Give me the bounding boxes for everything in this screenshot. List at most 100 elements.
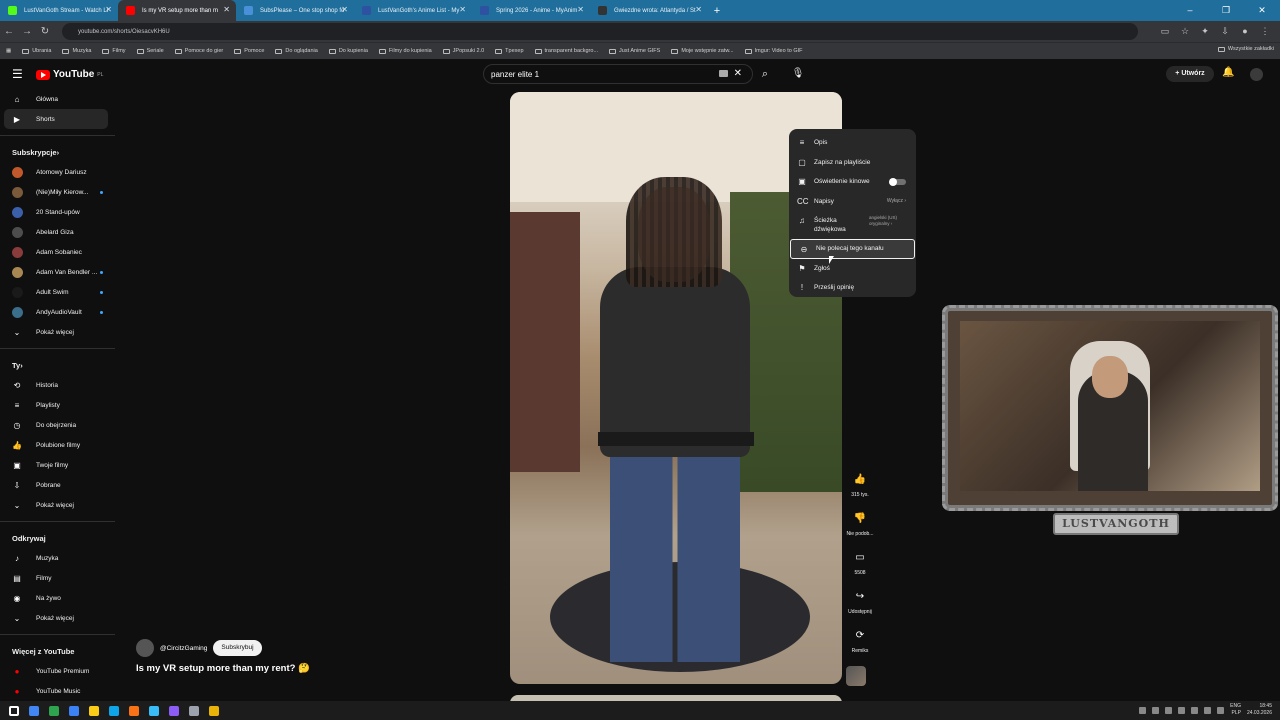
sidebar-item[interactable]: ▤ Filmy: [0, 568, 115, 588]
audio-thumbnail[interactable]: [846, 666, 866, 686]
taskbar-app[interactable]: [184, 701, 204, 720]
tab-close-icon[interactable]: ✕: [105, 5, 112, 14]
bookmark-item[interactable]: Tpexep: [495, 48, 524, 54]
bookmark-item[interactable]: Imgur: Video to GIF: [744, 48, 803, 54]
bookmark-item[interactable]: JPopsuki 2.0: [442, 48, 484, 54]
clear-search-icon[interactable]: ✕: [734, 68, 742, 79]
menu-item[interactable]: ⊖ Nie polecaj tego kanału: [790, 239, 915, 259]
taskbar-app[interactable]: [164, 701, 184, 720]
sidebar-item[interactable]: ● YouTube Music: [0, 681, 115, 701]
remix-action[interactable]: ⟳ Remiks: [846, 627, 874, 654]
address-bar[interactable]: youtube.com/shorts/OiesacvKH6U: [62, 23, 1138, 40]
tray-icon[interactable]: [1139, 706, 1147, 714]
bookmark-item[interactable]: Seriale: [136, 48, 164, 54]
tray-icon[interactable]: [1191, 706, 1199, 714]
reload-icon[interactable]: ↻: [36, 26, 54, 37]
sidebar-item[interactable]: ▣ Twoje filmy: [0, 455, 115, 475]
menu-item[interactable]: ▣ Oświetlenie kinowe: [789, 172, 916, 192]
sidebar-item[interactable]: ◷ Do obejrzenia: [0, 415, 115, 435]
tab-close-icon[interactable]: ✕: [695, 5, 702, 14]
share-action[interactable]: ↪ Udostępnij: [846, 588, 874, 615]
subscribe-button[interactable]: Subskrybuj: [213, 640, 262, 656]
bookmark-item[interactable]: Ubrania: [22, 48, 51, 54]
cast-icon[interactable]: ▭: [1158, 24, 1172, 38]
subscription-item[interactable]: Adam Sobaniec: [0, 242, 115, 262]
tab-close-icon[interactable]: ✕: [223, 5, 230, 14]
sidebar-item[interactable]: ▶ Shorts: [4, 109, 108, 129]
bookmark-item[interactable]: transparent backgro...: [534, 48, 598, 54]
channel-name[interactable]: @CircitzGaming: [160, 645, 207, 652]
taskbar-app[interactable]: [144, 701, 164, 720]
maximize-button[interactable]: ❐: [1208, 0, 1244, 21]
browser-tab[interactable]: SubsPlease – One stop shop fo ✕: [236, 0, 354, 21]
bookmark-item[interactable]: Muzyka: [62, 48, 91, 54]
tab-close-icon[interactable]: ✕: [577, 5, 584, 14]
dislike-action[interactable]: 👎 Nie podob...: [846, 510, 874, 537]
bookmark-item[interactable]: Just Anime GIFS: [609, 48, 660, 54]
extension-icon[interactable]: ✦: [1198, 24, 1212, 38]
subscriptions-header[interactable]: Subskrypcje ›: [0, 142, 115, 162]
tray-icon[interactable]: [1152, 706, 1160, 714]
sidebar-item[interactable]: ⌂ Główna: [0, 89, 115, 109]
comment-icon[interactable]: ▭: [851, 549, 869, 567]
bookmark-item[interactable]: Filmy: [102, 48, 126, 54]
star-icon[interactable]: ☆: [1178, 24, 1192, 38]
tab-close-icon[interactable]: ✕: [341, 5, 348, 14]
youtube-logo[interactable]: YouTube PL: [36, 69, 103, 80]
mic-icon[interactable]: 🎙: [788, 64, 808, 84]
sidebar-item[interactable]: ⟲ Historia: [0, 375, 115, 395]
downloads-icon[interactable]: ⇩: [1218, 24, 1232, 38]
sidebar-item[interactable]: ⌄ Pokaż więcej: [0, 322, 115, 342]
like-icon[interactable]: 👍: [851, 471, 869, 489]
subscription-item[interactable]: Abelard Giza: [0, 222, 115, 242]
sidebar-item[interactable]: ● YouTube Premium: [0, 661, 115, 681]
menu-icon[interactable]: ☰: [12, 67, 23, 81]
language-indicator[interactable]: ENG PLP: [1230, 703, 1241, 717]
subscription-item[interactable]: 20 Stand-upów: [0, 202, 115, 222]
browser-tab[interactable]: LustVanGoth's Anime List - My ✕: [354, 0, 472, 21]
search-icon[interactable]: ⌕: [755, 64, 775, 84]
browser-tab[interactable]: Gwiezdne wrota: Atlantyda / St ✕: [590, 0, 708, 21]
subscription-item[interactable]: Atomowy Dariusz: [0, 162, 115, 182]
search-input[interactable]: panzer elite 1 ✕: [483, 64, 753, 84]
menu-item[interactable]: ⚑ Zgłoś: [789, 259, 916, 279]
profile-icon[interactable]: ●: [1238, 24, 1252, 38]
all-bookmarks[interactable]: Wszystkie zakładki: [1217, 46, 1274, 52]
apps-icon[interactable]: ▦: [6, 48, 11, 54]
you-header[interactable]: Ty ›: [0, 355, 115, 375]
dislike-icon[interactable]: 👎: [851, 510, 869, 528]
start-button[interactable]: [4, 701, 24, 720]
share-icon[interactable]: ↪: [851, 588, 869, 606]
menu-item[interactable]: CC Napisy Wyłącz ›: [789, 192, 916, 212]
bookmark-item[interactable]: Moje wstępnie zatw...: [671, 48, 734, 54]
create-button[interactable]: + Utwórz: [1166, 66, 1214, 82]
sidebar-item[interactable]: 👍 Polubione filmy: [0, 435, 115, 455]
taskbar-app[interactable]: [44, 701, 64, 720]
clock[interactable]: 18:45 24.03.2026: [1247, 703, 1272, 717]
taskbar-app[interactable]: [64, 701, 84, 720]
menu-item[interactable]: ! Prześlij opinię: [789, 278, 916, 298]
browser-tab[interactable]: LustVanGoth Stream - Watch Li ✕: [0, 0, 118, 21]
taskbar-app[interactable]: [24, 701, 44, 720]
close-window-button[interactable]: ✕: [1244, 0, 1280, 21]
account-avatar[interactable]: [1250, 68, 1263, 81]
back-icon[interactable]: ←: [0, 26, 18, 37]
forward-icon[interactable]: →: [18, 26, 36, 37]
sidebar-item[interactable]: ◉ Na żywo: [0, 588, 115, 608]
new-tab-button[interactable]: +: [708, 5, 726, 17]
sidebar-item[interactable]: ⇩ Pobrane: [0, 475, 115, 495]
subscription-item[interactable]: Adult Swim: [0, 282, 115, 302]
taskbar-app[interactable]: [204, 701, 224, 720]
sidebar-item[interactable]: ♪ Muzyka: [0, 548, 115, 568]
subscription-item[interactable]: AndyAudioVault: [0, 302, 115, 322]
volume-icon[interactable]: [1217, 706, 1225, 714]
tray-icon[interactable]: [1165, 706, 1173, 714]
wifi-icon[interactable]: [1204, 706, 1212, 714]
taskbar-app[interactable]: [124, 701, 144, 720]
comment-action[interactable]: ▭ 5508: [846, 549, 874, 576]
browser-tab[interactable]: Spring 2026 - Anime - MyAnim ✕: [472, 0, 590, 21]
menu-item[interactable]: ▢ Zapisz na playliście: [789, 153, 916, 173]
taskbar-app[interactable]: [84, 701, 104, 720]
notifications-icon[interactable]: 🔔: [1222, 67, 1234, 78]
bookmark-item[interactable]: Pomoce do gier: [174, 48, 223, 54]
